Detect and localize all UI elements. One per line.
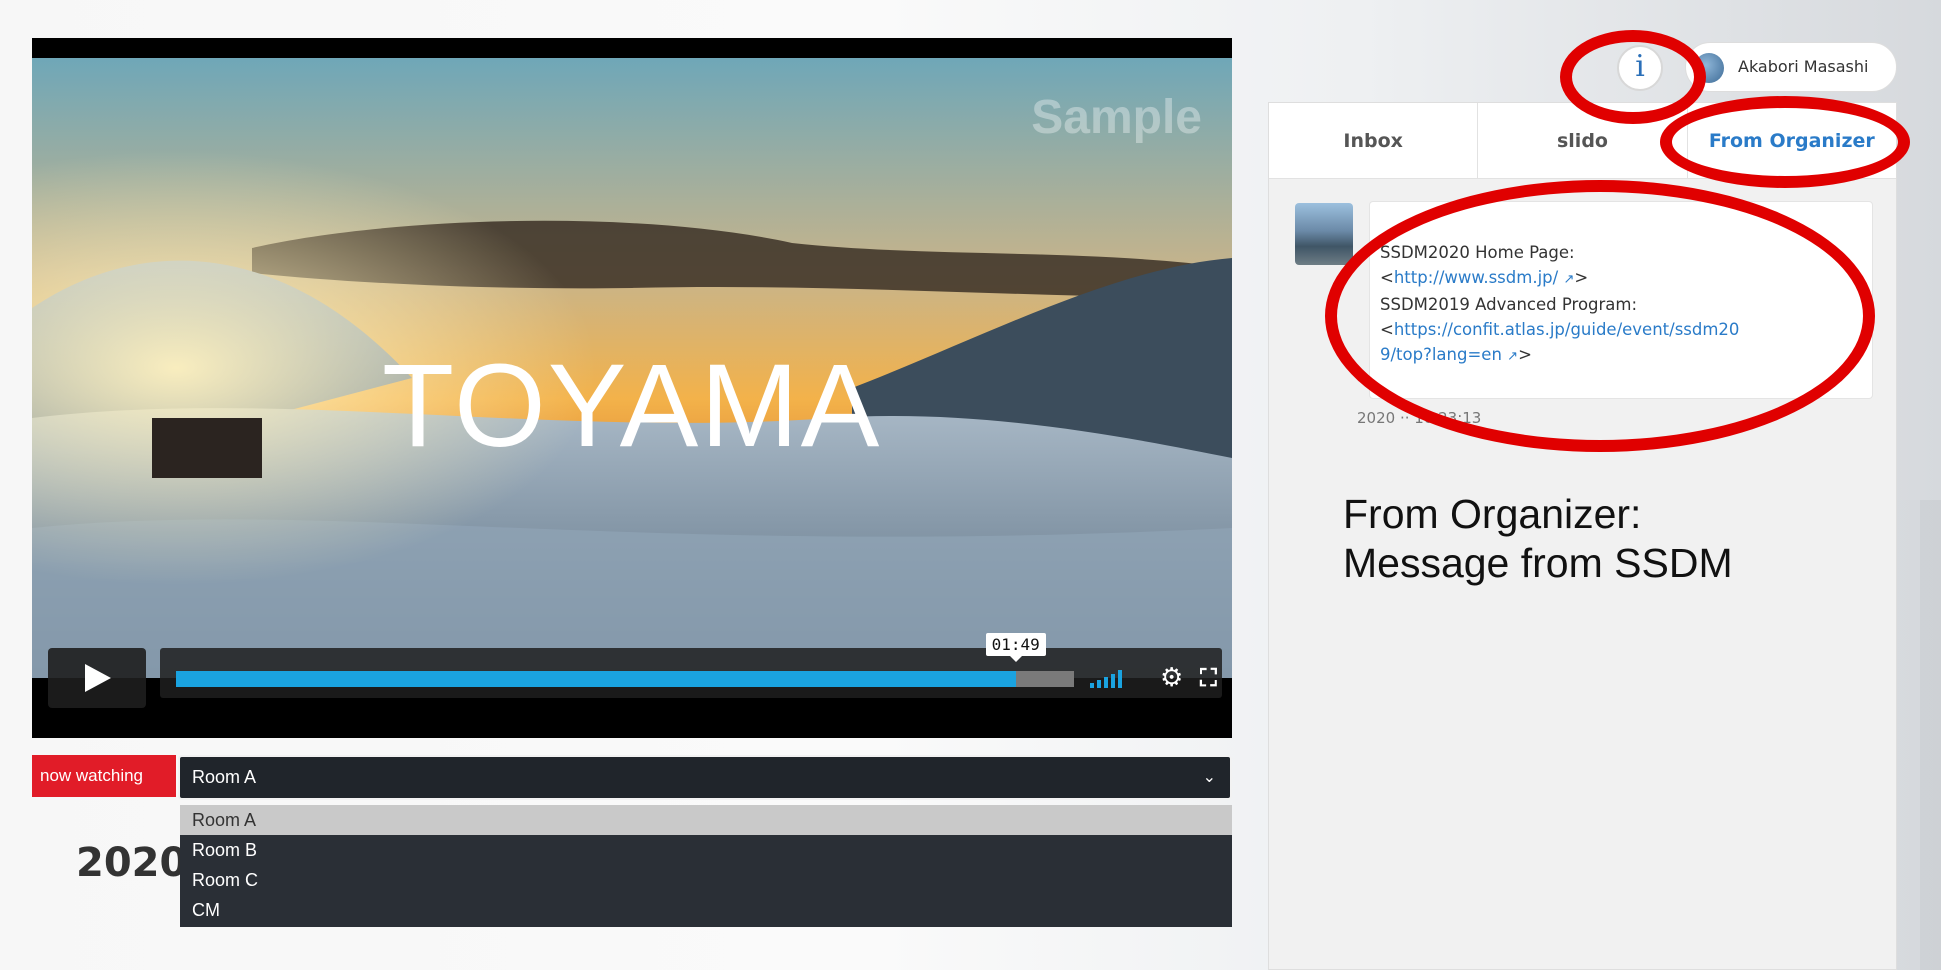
chevron-down-icon: ⌄: [1202, 769, 1216, 786]
play-icon: [85, 664, 111, 692]
program-link-continued[interactable]: 9/top?lang=en: [1380, 345, 1502, 364]
external-link-icon: ↗: [1507, 349, 1519, 364]
user-menu[interactable]: Akabori Masashi: [1685, 42, 1897, 92]
message-line: <https://confit.atlas.jp/guide/event/ssd…: [1380, 320, 1740, 339]
message-card: SSDM2020 Home Page: <http://www.ssdm.jp/…: [1369, 201, 1873, 399]
tab-from-organizer[interactable]: From Organizer: [1688, 103, 1896, 178]
user-name: Akabori Masashi: [1738, 57, 1869, 76]
current-time-badge: 01:49: [985, 633, 1046, 662]
sender-avatar: [1295, 203, 1353, 265]
volume-icon[interactable]: [1090, 670, 1122, 688]
room-option[interactable]: Room A: [180, 805, 1232, 835]
tab-slido[interactable]: slido: [1478, 103, 1688, 178]
message-timestamp: 2020 ·· 10 23:13: [1357, 409, 1482, 427]
video-watermark: Sample: [1031, 91, 1202, 144]
video-player[interactable]: Sample TOYAMA 01:49 ⚙ ⛶: [32, 38, 1232, 738]
message-line: SSDM2019 Advanced Program:: [1380, 295, 1638, 314]
program-link[interactable]: https://confit.atlas.jp/guide/event/ssdm…: [1394, 320, 1740, 339]
room-select[interactable]: Room A ⌄: [178, 755, 1232, 800]
seek-track[interactable]: 01:49: [176, 633, 1074, 687]
gear-icon[interactable]: ⚙: [1160, 663, 1183, 693]
annotation-line: From Organizer:: [1343, 491, 1642, 537]
room-option[interactable]: Room B: [180, 835, 1232, 865]
message-line: SSDM2020 Home Page:: [1380, 243, 1575, 262]
tab-inbox[interactable]: Inbox: [1269, 103, 1479, 178]
message-line: 9/top?lang=en ↗>: [1380, 342, 1862, 369]
room-select-value: Room A: [192, 767, 257, 787]
seek-bar[interactable]: 01:49 ⚙ ⛶: [160, 633, 1222, 698]
avatar: [1694, 53, 1724, 83]
seek-progress: [176, 671, 1016, 687]
message-line: <http://www.ssdm.jp/ ↗>: [1380, 265, 1862, 292]
video-title-text: TOYAMA: [382, 340, 882, 472]
video-controls: 01:49 ⚙ ⛶: [32, 628, 1232, 738]
fullscreen-icon[interactable]: ⛶: [1200, 664, 1217, 692]
info-button[interactable]: i: [1617, 45, 1663, 91]
annotation-text: From Organizer: Message from SSDM: [1343, 490, 1733, 588]
room-options-list: Room A Room B Room C CM: [180, 805, 1232, 927]
page-heading-partial: 2020: [76, 840, 188, 886]
now-watching-badge: now watching: [32, 755, 176, 797]
annotation-line: Message from SSDM: [1343, 540, 1733, 586]
room-option[interactable]: CM: [180, 895, 1232, 925]
play-button[interactable]: [48, 648, 146, 708]
panel-tabs: Inbox slido From Organizer: [1269, 103, 1896, 179]
room-option[interactable]: Room C: [180, 865, 1232, 895]
homepage-link[interactable]: http://www.ssdm.jp/: [1394, 268, 1558, 287]
external-link-icon: ↗: [1563, 272, 1575, 287]
